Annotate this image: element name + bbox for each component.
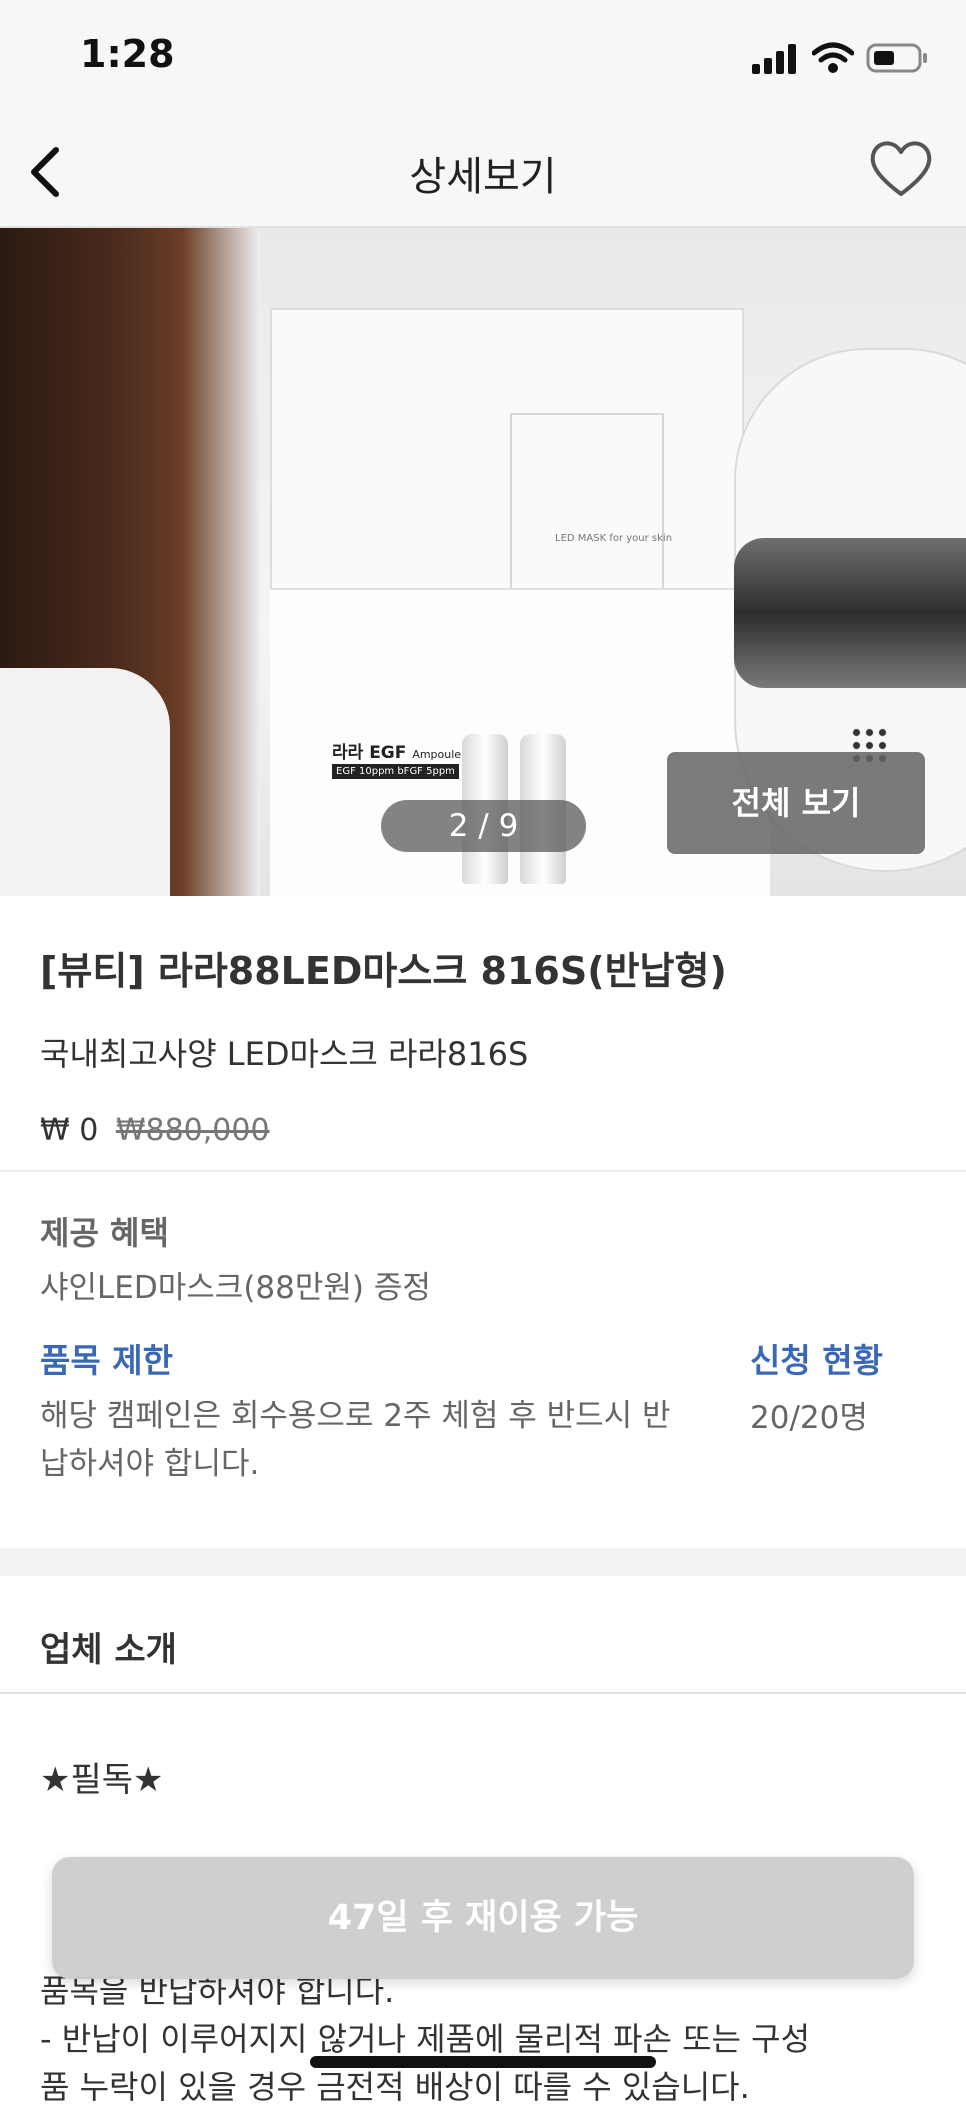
product-title: [뷰티] 라라88LED마스크 816S(반납형) <box>40 949 727 993</box>
product-box-window <box>510 413 664 607</box>
product-box-tag: EGF 10ppm bFGF 5ppm <box>332 764 459 779</box>
status-bar: 1:28 <box>0 0 966 118</box>
company-intro-heading: 업체 소개 <box>40 1630 177 1670</box>
nav-bar: 상세보기 <box>0 118 966 228</box>
restriction-label: 품목 제한 <box>40 1341 173 1380</box>
status-time: 1:28 <box>80 32 175 76</box>
restriction-value: 해당 캠페인은 회수용으로 2주 체험 후 반드시 반납하셔야 합니다. <box>40 1398 671 1482</box>
application-status-label: 신청 현황 <box>750 1341 883 1380</box>
heart-outline-icon <box>870 141 932 196</box>
product-box-inner-label: LED MASK for your skin <box>555 533 673 544</box>
product-subtitle: 국내최고사양 LED마스크 라라816S <box>40 1035 529 1073</box>
must-read-notice: ★필독★ <box>40 1760 164 1800</box>
application-status-value: 20/20명 <box>750 1400 868 1436</box>
product-box-label-small: Ampoule <box>412 748 462 761</box>
home-indicator[interactable] <box>310 2056 656 2068</box>
page-title: 상세보기 <box>409 154 557 200</box>
model-shoulder-image <box>0 668 170 896</box>
signal-icon <box>752 44 796 74</box>
led-mask-visor-image <box>734 538 966 688</box>
product-info: [뷰티] 라라88LED마스크 816S(반납형) 국내최고사양 LED마스크 … <box>40 940 940 1148</box>
section-gap <box>0 1548 966 1576</box>
favorite-button[interactable] <box>866 134 936 204</box>
gallery-page-indicator: 2 / 9 <box>381 800 586 852</box>
section-divider <box>0 1692 966 1694</box>
product-box-label-main: 라라 EGF <box>332 743 407 763</box>
product-image-gallery[interactable]: LED MASK for your skin 라라 EGF Ampoule EG… <box>0 228 966 896</box>
price-row: ₩ 0 ₩880,000 <box>40 1113 940 1148</box>
benefit-label: 제공 혜택 <box>40 1214 169 1252</box>
product-box-label: 라라 EGF Ampoule <box>332 738 461 763</box>
original-price: ₩880,000 <box>115 1113 270 1148</box>
status-icons <box>752 40 930 76</box>
benefit-value: 샤인LED마스크(88만원) 증정 <box>40 1270 431 1306</box>
reuse-available-button[interactable]: 47일 후 재이용 가능 <box>52 1857 914 1979</box>
notice-line: - 반납이 이루어지지 않거나 제품에 물리적 파손 또는 구성 <box>40 2020 811 2058</box>
wifi-icon <box>812 42 854 73</box>
view-all-button[interactable]: 전체 보기 <box>667 752 925 854</box>
section-divider <box>0 1170 966 1172</box>
sale-price: ₩ 0 <box>40 1113 99 1148</box>
battery-icon <box>866 43 927 73</box>
notice-line: 품 누락이 있을 경우 금전적 배상이 따를 수 있습니다. <box>40 2068 750 2106</box>
